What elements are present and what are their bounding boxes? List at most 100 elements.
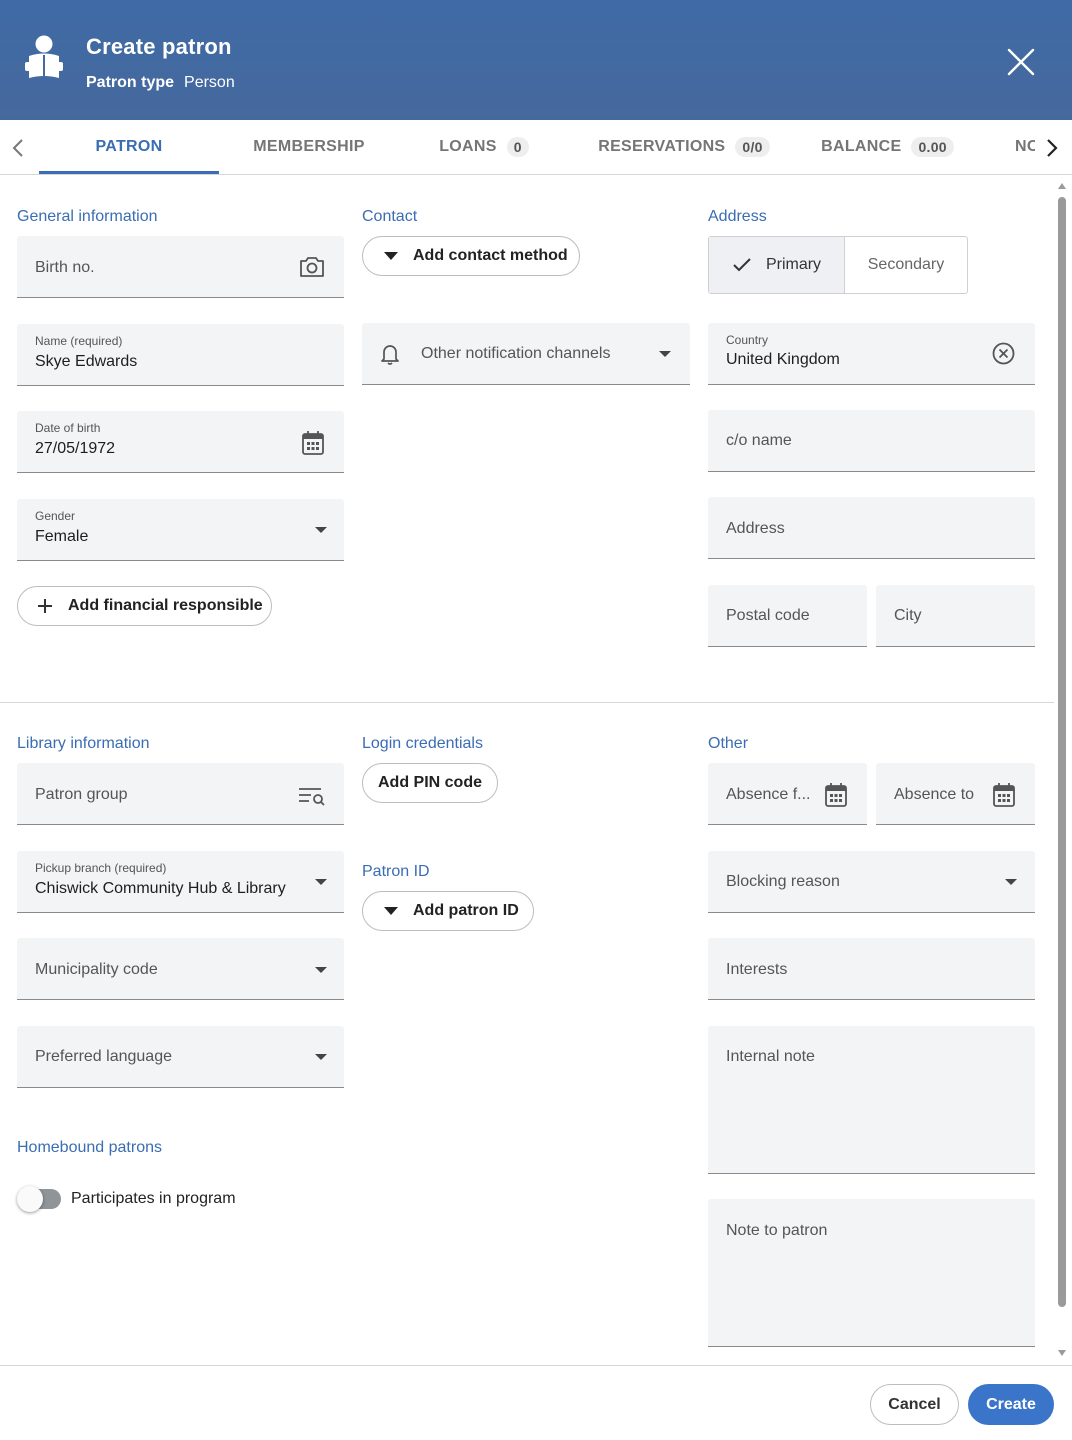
scroll-up-arrow-icon[interactable] [1058, 183, 1066, 189]
cancel-button[interactable]: Cancel [870, 1384, 959, 1425]
check-icon [733, 258, 751, 272]
section-contact-title: Contact [362, 208, 418, 225]
absence-to-placeholder: Absence to [894, 786, 975, 803]
patron-type-label: Patron type [86, 74, 175, 91]
plus-icon [38, 599, 52, 613]
co-name-field[interactable]: c/o name [708, 410, 1035, 472]
section-login-title: Login credentials [362, 735, 483, 752]
name-field[interactable]: Name (required) Skye Edwards [17, 324, 344, 386]
add-contact-method-button[interactable]: Add contact method [362, 236, 580, 276]
triangle-down-icon [384, 907, 398, 915]
notification-channels-placeholder: Other notification channels [421, 345, 611, 362]
clear-circle-icon[interactable] [991, 341, 1016, 366]
country-label: Country [726, 333, 769, 347]
dialog-header: Create patron Patron type Person [0, 0, 1072, 120]
pickup-branch-select[interactable]: Pickup branch (required) Chiswick Commun… [17, 851, 344, 913]
chevron-down-icon [315, 967, 327, 973]
postal-code-field[interactable]: Postal code [708, 585, 867, 647]
triangle-down-icon [384, 252, 398, 260]
add-financial-label: Add financial responsible [68, 597, 263, 614]
scrollbar-thumb[interactable] [1058, 197, 1066, 1307]
patron-type: Patron type Person [86, 74, 235, 92]
section-homebound-title: Homebound patrons [17, 1139, 162, 1156]
section-other-title: Other [708, 735, 749, 752]
close-icon[interactable] [1004, 45, 1038, 79]
add-patron-id-button[interactable]: Add patron ID [362, 891, 534, 931]
city-field[interactable]: City [876, 585, 1035, 647]
reservations-count-badge: 0/0 [735, 137, 770, 157]
primary-address-option[interactable]: Primary [709, 237, 845, 293]
balance-badge: 0.00 [911, 137, 954, 157]
co-name-placeholder: c/o name [726, 432, 792, 449]
vertical-scrollbar[interactable] [1054, 175, 1072, 1365]
tab-balance[interactable]: BALANCE 0.00 [800, 120, 975, 174]
city-placeholder: City [894, 607, 922, 624]
section-library-title: Library information [17, 735, 150, 752]
absence-to-field[interactable]: Absence to [876, 763, 1035, 825]
add-contact-label: Add contact method [413, 247, 568, 264]
tab-patron[interactable]: PATRON [39, 120, 219, 174]
create-button[interactable]: Create [968, 1384, 1054, 1425]
blocking-reason-select[interactable]: Blocking reason [708, 851, 1035, 913]
camera-icon[interactable] [298, 255, 326, 279]
secondary-address-option[interactable]: Secondary [845, 237, 967, 293]
secondary-label: Secondary [867, 256, 945, 273]
interests-field[interactable]: Interests [708, 938, 1035, 1000]
address-field[interactable]: Address [708, 497, 1035, 559]
tab-loans[interactable]: LOANS 0 [399, 120, 569, 174]
tab-label: LOANS [439, 138, 497, 155]
chevron-down-icon [315, 527, 327, 533]
calendar-icon[interactable] [824, 782, 848, 808]
patron-group-field[interactable]: Patron group [17, 763, 344, 825]
toggle-knob [17, 1186, 43, 1212]
add-pin-label: Add PIN code [377, 774, 482, 791]
chevron-down-icon [315, 879, 327, 885]
calendar-icon[interactable] [992, 782, 1016, 808]
gender-value: Female [35, 528, 89, 545]
gender-label: Gender [35, 509, 76, 523]
birth-no-placeholder: Birth no. [35, 259, 95, 276]
add-financial-responsible-button[interactable]: Add financial responsible [17, 586, 272, 626]
calendar-icon[interactable] [301, 430, 325, 456]
internal-note-textarea[interactable]: Internal note [708, 1026, 1035, 1174]
patron-group-placeholder: Patron group [35, 786, 128, 803]
note-to-patron-placeholder: Note to patron [726, 1222, 828, 1239]
country-select[interactable]: Country United Kingdom [708, 323, 1035, 385]
chevron-right-icon[interactable] [1040, 134, 1064, 162]
municipality-placeholder: Municipality code [35, 961, 158, 978]
section-patron-id-title: Patron ID [362, 863, 430, 880]
tab-notes[interactable]: NO [1015, 120, 1035, 174]
chevron-left-icon[interactable] [6, 134, 30, 162]
participates-toggle[interactable] [17, 1186, 62, 1212]
tab-membership[interactable]: MEMBERSHIP [219, 120, 399, 174]
add-pin-code-button[interactable]: Add PIN code [362, 763, 498, 803]
scroll-down-arrow-icon[interactable] [1058, 1350, 1066, 1356]
tab-label: PATRON [95, 138, 163, 155]
date-of-birth-field[interactable]: Date of birth 27/05/1972 [17, 411, 344, 473]
absence-from-field[interactable]: Absence f... [708, 763, 867, 825]
birth-no-field[interactable]: Birth no. [17, 236, 344, 298]
section-general-title: General information [17, 208, 158, 225]
form-content: General information Birth no. Name (requ… [0, 175, 1054, 1365]
tab-label: RESERVATIONS [598, 138, 726, 155]
absence-from-placeholder: Absence f... [726, 786, 811, 803]
postal-code-placeholder: Postal code [726, 607, 810, 624]
tab-reservations[interactable]: RESERVATIONS 0/0 [584, 120, 784, 174]
section-address-title: Address [708, 208, 767, 225]
chevron-down-icon [315, 1054, 327, 1060]
notification-channels-select[interactable]: Other notification channels [362, 323, 690, 385]
loans-count-badge: 0 [506, 137, 529, 157]
preferred-language-select[interactable]: Preferred language [17, 1026, 344, 1088]
add-patron-id-label: Add patron ID [413, 902, 519, 919]
chevron-down-icon [659, 351, 671, 357]
internal-note-placeholder: Internal note [726, 1048, 815, 1065]
note-to-patron-textarea[interactable]: Note to patron [708, 1199, 1035, 1347]
gender-select[interactable]: Gender Female [17, 499, 344, 561]
tab-label: NO [1015, 138, 1035, 155]
preferred-language-placeholder: Preferred language [35, 1048, 172, 1065]
municipality-code-select[interactable]: Municipality code [17, 938, 344, 1000]
list-search-icon[interactable] [297, 785, 327, 807]
active-tab-indicator [39, 171, 219, 174]
tab-label: BALANCE [821, 138, 902, 155]
blocking-reason-placeholder: Blocking reason [726, 873, 840, 890]
